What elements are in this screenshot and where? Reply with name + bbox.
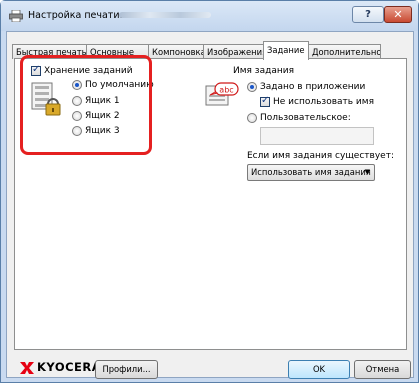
if-exists-select[interactable]: Использовать имя задания ▼ (247, 164, 375, 181)
title-bar: Настройка печати: ? ✕ (1, 1, 418, 31)
tab-label: Дополнительно (312, 47, 381, 57)
custom-name-label: Пользовательское: (260, 113, 351, 123)
if-exists-value: Использовать имя задания (251, 167, 371, 177)
tab-imaging[interactable]: Изображения (203, 44, 264, 59)
close-button[interactable]: ✕ (384, 6, 412, 23)
if-exists-label: Если имя задания существует: (247, 151, 394, 161)
job-name-heading: Имя задания (233, 66, 294, 76)
window-title: Настройка печати: (28, 10, 123, 21)
kyocera-logo-text: KYOCERA (37, 360, 102, 374)
help-button[interactable]: ? (352, 6, 384, 23)
app-defined-radio[interactable] (247, 82, 257, 92)
printer-icon (9, 10, 23, 22)
tab-label: Задание (267, 45, 305, 55)
tab-advanced[interactable]: Дополнительно (308, 44, 381, 59)
custom-name-input[interactable] (260, 127, 374, 145)
app-defined-label: Задано в приложении (260, 82, 366, 92)
profiles-button[interactable]: Профили... (95, 360, 158, 379)
no-name-label: Не использовать имя (273, 97, 374, 107)
tab-label: Компоновка (152, 47, 204, 57)
dropdown-arrow-icon: ▼ (364, 168, 370, 176)
cancel-button[interactable]: Отмена (354, 360, 411, 379)
tab-label: Изображения (207, 47, 264, 57)
tab-layout[interactable]: Компоновка (148, 44, 204, 59)
highlight-frame (20, 55, 152, 155)
tab-job[interactable]: Задание (263, 41, 309, 60)
abc-icon-text: abc (219, 86, 233, 95)
no-name-checkbox[interactable] (260, 95, 270, 107)
kyocera-logo-icon (20, 362, 34, 374)
printer-name-redacted (119, 12, 211, 18)
custom-name-radio[interactable] (247, 113, 257, 123)
job-name-icon: abc (205, 82, 239, 106)
ok-button[interactable]: OK (288, 360, 350, 379)
